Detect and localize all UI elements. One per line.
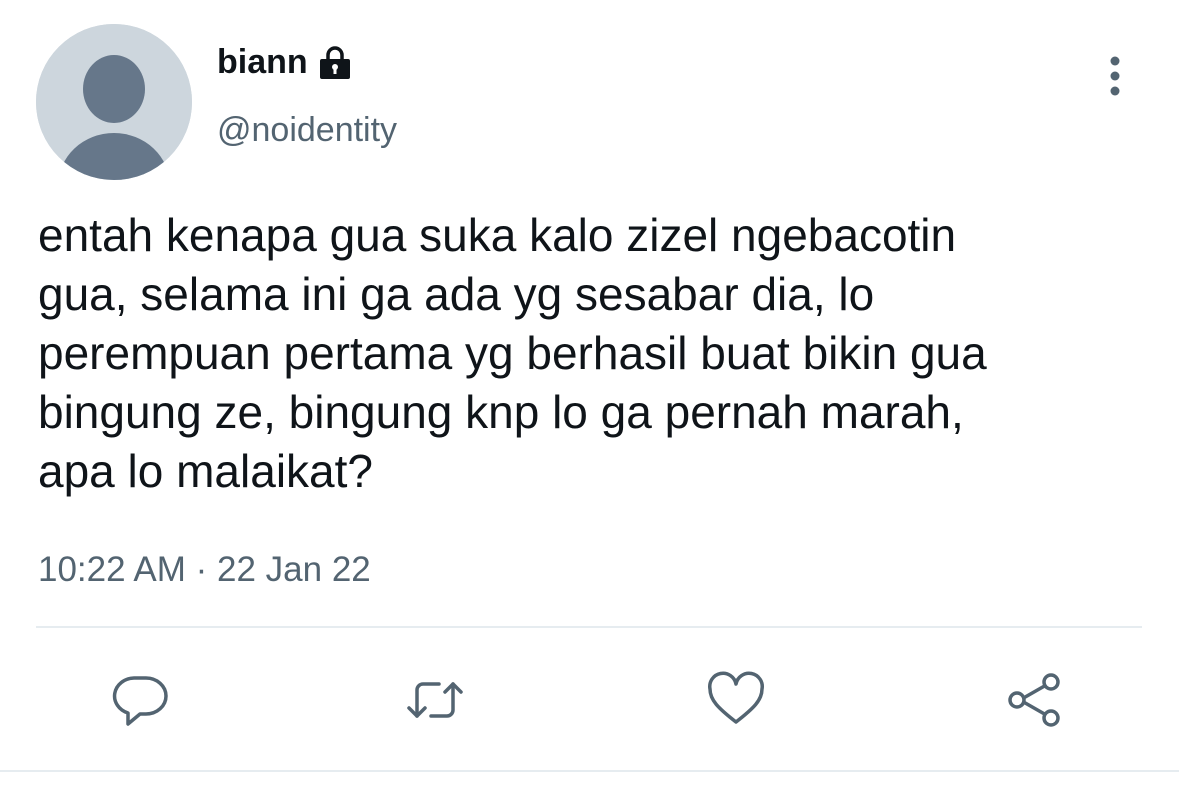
- heart-icon: [708, 671, 764, 724]
- reply-button[interactable]: [110, 670, 170, 730]
- avatar[interactable]: [36, 24, 192, 180]
- like-button[interactable]: [706, 670, 766, 730]
- share-button[interactable]: [1004, 670, 1064, 730]
- author-handle[interactable]: @noidentity: [217, 108, 397, 152]
- divider: [36, 626, 1142, 628]
- tweet-date: 22 Jan 22: [217, 550, 371, 589]
- tweet-timestamp[interactable]: 10:22 AM · 22 Jan 22: [38, 546, 371, 594]
- author-display-name-row[interactable]: biann: [217, 40, 354, 84]
- default-profile-avatar: [36, 24, 192, 180]
- lock-icon: [316, 43, 354, 81]
- more-options-icon[interactable]: [1098, 54, 1132, 98]
- divider: [0, 770, 1179, 772]
- meta-separator: ·: [195, 550, 208, 589]
- share-icon: [1008, 673, 1060, 727]
- tweet-time: 10:22 AM: [38, 550, 186, 589]
- retweet-icon: [407, 682, 463, 718]
- reply-icon: [112, 676, 168, 726]
- retweet-button[interactable]: [405, 670, 465, 730]
- tweet-text: entah kenapa gua suka kalo zizel ngebaco…: [38, 209, 987, 497]
- author-display-name[interactable]: biann: [217, 40, 308, 84]
- tweet-detail: biann @noidentity entah kenapa gua suka …: [0, 0, 1179, 792]
